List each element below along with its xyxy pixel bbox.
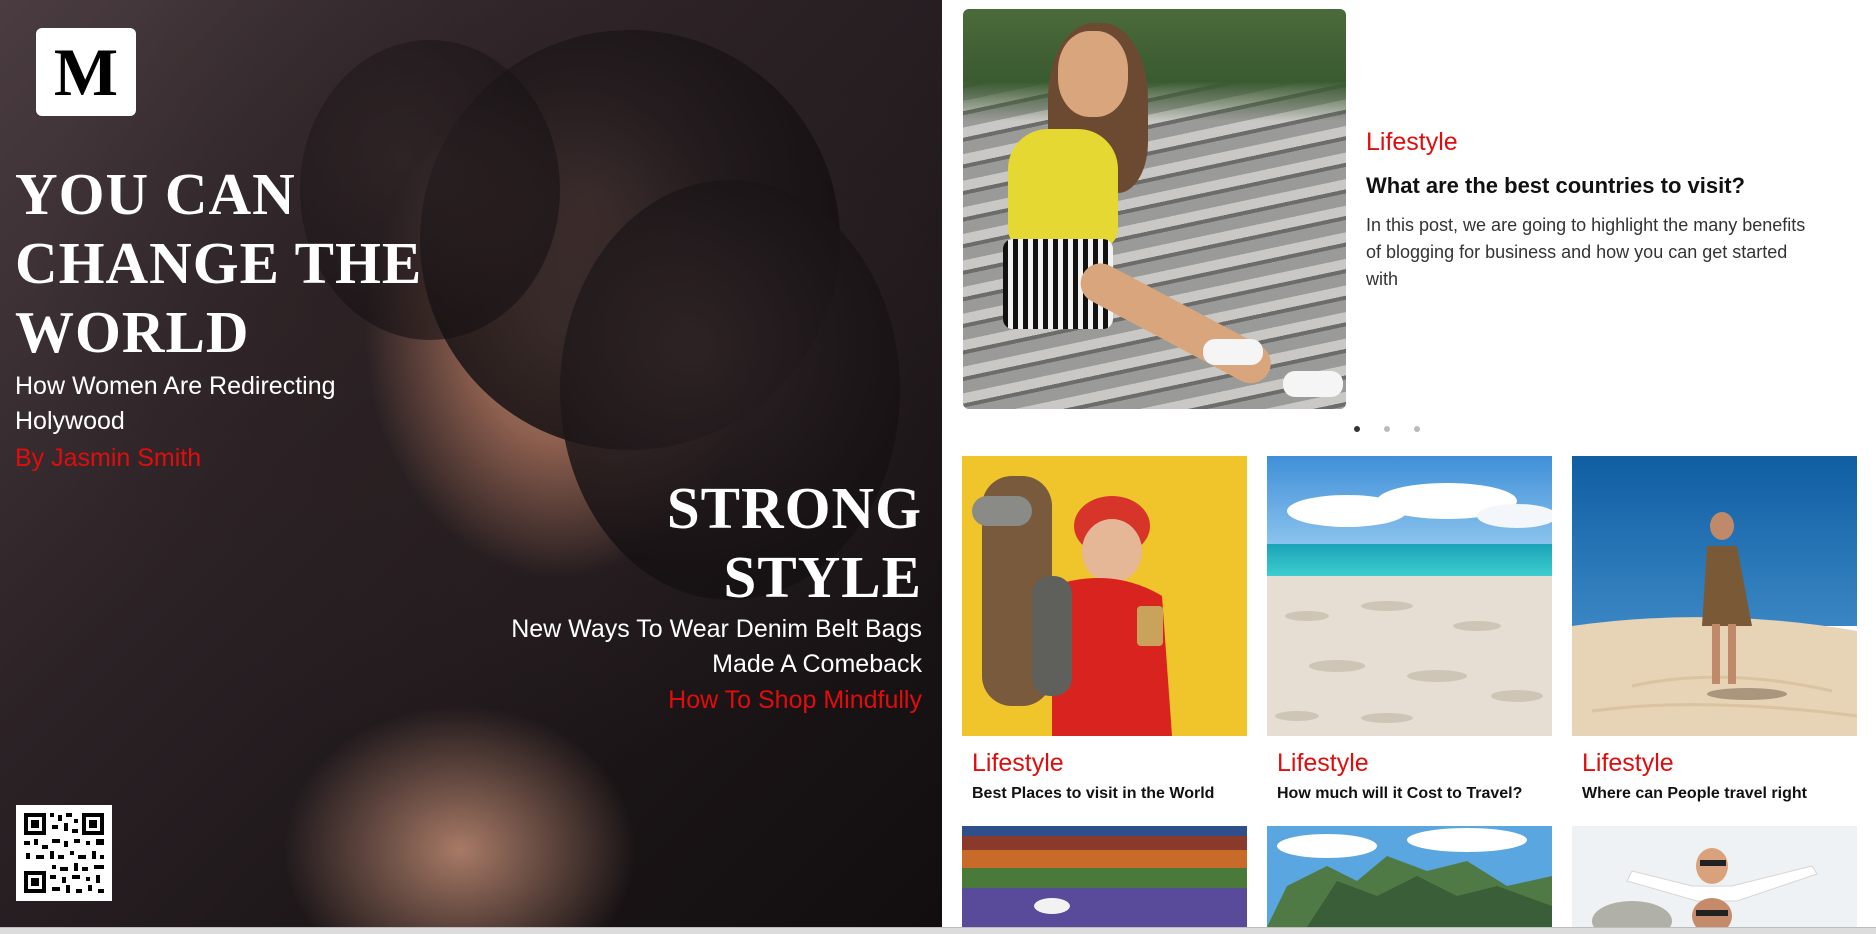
post-card-image[interactable] [1267,826,1552,927]
post-card-image[interactable] [1267,456,1552,736]
post-card-title[interactable]: How much will it Cost to Travel? [1277,782,1522,806]
post-card-title[interactable]: Where can People travel right [1582,782,1807,806]
hero-byline-primary[interactable]: By Jasmin Smith [15,442,201,474]
post-card-image[interactable] [962,826,1247,927]
post-card-image[interactable] [1572,456,1857,736]
post-card-category[interactable]: Lifestyle [972,747,1064,779]
hero-subheadline-secondary[interactable]: New Ways To Wear Denim Belt Bags Made A … [442,612,922,682]
post-card-image[interactable] [1572,826,1857,927]
featured-image-detail [1283,371,1343,397]
carousel-dots [1354,426,1420,432]
site-logo[interactable]: M [36,28,136,116]
hero-banner[interactable]: M YOU CAN CHANGE THE WORLD How Women Are… [0,0,942,927]
featured-image-detail [1008,129,1118,249]
logo-letter: M [53,34,119,110]
hero-headline-secondary[interactable]: STRONG STYLE [522,474,922,612]
hero-subheadline-primary[interactable]: How Women Are Redirecting Holywood [15,369,395,439]
post-card-image[interactable] [962,456,1247,736]
featured-post-excerpt: In this post, we are going to highlight … [1366,215,1806,289]
featured-post-image[interactable] [963,9,1346,409]
qr-code-icon [16,805,112,901]
post-card-title[interactable]: Best Places to visit in the World [972,782,1214,806]
carousel-dot-3[interactable] [1414,426,1420,432]
post-card-category[interactable]: Lifestyle [1277,747,1369,779]
featured-image-detail [1203,339,1263,365]
post-card-category[interactable]: Lifestyle [1582,747,1674,779]
featured-post-category[interactable]: Lifestyle [1366,126,1458,158]
hero-headline-primary[interactable]: YOU CAN CHANGE THE WORLD [15,160,475,367]
carousel-dot-1[interactable] [1354,426,1360,432]
featured-post-title[interactable]: What are the best countries to visit? [1366,170,1745,202]
featured-image-detail [1058,31,1128,117]
carousel-dot-2[interactable] [1384,426,1390,432]
hero-link-shop-mindfully[interactable]: How To Shop Mindfully [668,684,922,716]
